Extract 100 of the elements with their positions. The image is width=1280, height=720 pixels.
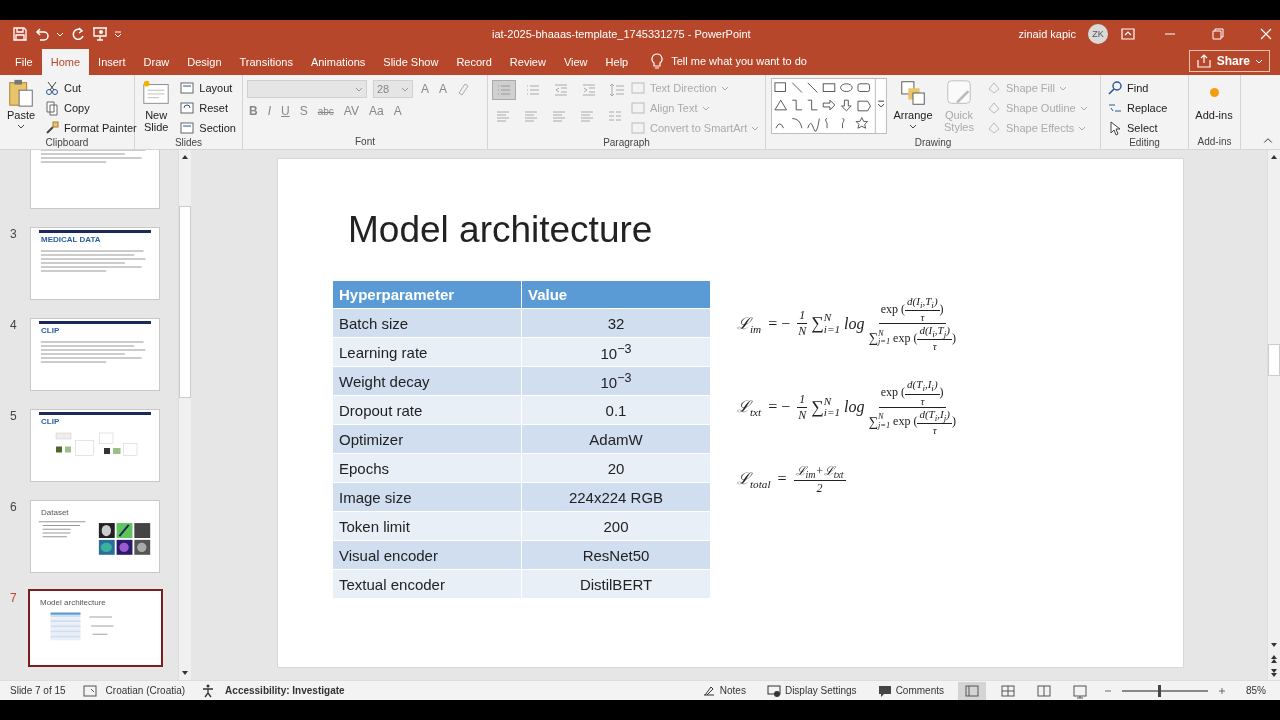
- slide-number: 5: [9, 409, 18, 423]
- clipboard-icon: [6, 78, 36, 108]
- slide-number: 4: [9, 318, 18, 332]
- reset-button[interactable]: Reset: [177, 98, 238, 117]
- section-icon: [179, 119, 196, 136]
- font-format-button[interactable]: U: [279, 104, 292, 118]
- ribbon-tab[interactable]: Slide Show: [374, 49, 448, 75]
- shapes-gallery[interactable]: [770, 78, 888, 134]
- table-cell: 10$^{−3}$: [522, 337, 711, 366]
- ribbon-tab[interactable]: File: [6, 49, 42, 75]
- slide-thumbnail[interactable]: Dataset: [30, 500, 160, 573]
- table-cell: DistilBERT: [522, 569, 711, 598]
- ribbon-tab[interactable]: Design: [178, 49, 231, 75]
- display-settings-button[interactable]: Display Settings: [759, 682, 863, 699]
- scroll-thumb[interactable]: [1268, 344, 1280, 376]
- accessibility-status[interactable]: Accessibility: Investigate: [225, 685, 345, 696]
- slide-number: 7: [9, 591, 18, 605]
- find-button[interactable]: Find: [1105, 78, 1170, 97]
- slide-thumbnail[interactable]: MEDICAL DATA: [30, 227, 160, 300]
- table-cell: ResNet50: [522, 540, 711, 569]
- font-format-button[interactable]: abc: [315, 105, 336, 117]
- spelling-icon[interactable]: [81, 682, 98, 699]
- group-label: Clipboard: [44, 137, 90, 149]
- frame-icon: [630, 79, 646, 96]
- replace-button[interactable]: Replace: [1105, 98, 1170, 117]
- normal-view-icon[interactable]: [958, 681, 986, 700]
- ribbon-tab[interactable]: Review: [500, 49, 555, 75]
- copy-button[interactable]: Copy: [42, 98, 139, 117]
- font-format-button[interactable]: AV: [341, 104, 361, 118]
- table-header: Hyperparameter: [333, 281, 522, 308]
- font-format-button[interactable]: S: [297, 104, 310, 118]
- share-icon: [1195, 53, 1212, 69]
- font-name-field[interactable]: [247, 80, 367, 98]
- slide-thumbnail[interactable]: CLIP: [30, 318, 160, 391]
- format-painter-button[interactable]: Format Painter: [42, 118, 139, 137]
- slide-thumbnail[interactable]: CLIP: [30, 409, 160, 482]
- notes-button[interactable]: Notes: [694, 682, 752, 699]
- increase-font-size-button[interactable]: A: [419, 82, 431, 96]
- table-cell: 32: [522, 308, 711, 337]
- ribbon-tab[interactable]: Draw: [134, 49, 179, 75]
- tell-me-field[interactable]: Tell me what you want to do: [669, 54, 874, 68]
- group-label: Slides: [173, 137, 204, 149]
- lightbulb-icon: [649, 53, 666, 69]
- paste-button[interactable]: Paste: [4, 78, 38, 130]
- table-cell: Epochs: [333, 453, 522, 482]
- scroll-thumb[interactable]: [179, 206, 191, 398]
- comments-button[interactable]: Comments: [870, 682, 950, 699]
- user-avatar[interactable]: ZK: [1088, 23, 1108, 44]
- table-cell: Weight decay: [333, 366, 522, 395]
- slide-scrollbar[interactable]: [1267, 150, 1280, 680]
- dot-icon: [1209, 88, 1219, 97]
- reset-icon: [179, 99, 196, 116]
- font-format-button[interactable]: I: [265, 104, 273, 118]
- ribbon-display-icon[interactable]: [1120, 25, 1136, 42]
- font-size-field[interactable]: 28: [373, 80, 413, 98]
- restore-icon[interactable]: [1210, 25, 1226, 42]
- language-status[interactable]: Croatian (Croatia): [105, 685, 186, 696]
- share-button[interactable]: Share: [1188, 50, 1270, 72]
- slide-title: Model architecture: [348, 209, 654, 251]
- table-cell: Dropout rate: [333, 395, 522, 424]
- decrease-font-size-button[interactable]: A: [437, 82, 450, 96]
- slide-thumbnail[interactable]: [30, 150, 160, 209]
- section-button[interactable]: Section: [177, 118, 238, 137]
- ribbon-tab[interactable]: Insert: [89, 49, 135, 75]
- group-label: Add-ins: [1196, 136, 1233, 149]
- present-icon[interactable]: [92, 25, 108, 42]
- select-button[interactable]: Select: [1105, 118, 1170, 137]
- caret-icon: [909, 122, 917, 130]
- thumbnail-title: Model architecture: [39, 597, 107, 609]
- layout-button[interactable]: Layout: [177, 78, 238, 97]
- group-label: Paragraph: [602, 137, 651, 149]
- redo-icon[interactable]: [70, 25, 86, 42]
- copy-icon: [44, 99, 60, 116]
- slide-counter[interactable]: Slide 7 of 15: [10, 685, 66, 696]
- customize-caret-icon[interactable]: [114, 29, 122, 38]
- font-format-button[interactable]: B: [247, 104, 260, 118]
- ribbon-tab[interactable]: View: [554, 49, 597, 75]
- group-label: Editing: [1128, 137, 1161, 149]
- thumbnail-title: CLIP: [40, 416, 61, 428]
- cut-button[interactable]: Cut: [42, 78, 139, 97]
- ribbon-tab[interactable]: Transitions: [230, 49, 302, 75]
- table-cell: 224x224 RGB: [522, 482, 711, 511]
- font-format-button[interactable]: Aa: [366, 104, 386, 118]
- zoom-level[interactable]: 85%: [1246, 685, 1266, 696]
- save-icon[interactable]: [12, 25, 28, 42]
- search-icon: [1107, 79, 1123, 96]
- user-name: zinaid kapic: [1018, 27, 1076, 40]
- table-cell: 200: [522, 511, 711, 540]
- add-ins-button[interactable]: Add-ins: [1193, 78, 1235, 121]
- ribbon-tab[interactable]: Animations: [301, 49, 375, 75]
- thumbnail-scrollbar[interactable]: [178, 150, 191, 680]
- font-format-button[interactable]: A: [391, 104, 404, 118]
- ribbon-tab[interactable]: Record: [447, 49, 501, 75]
- caret-icon: [401, 85, 409, 93]
- ribbon-tab[interactable]: Help: [596, 49, 638, 75]
- arrange-button[interactable]: Arrange: [892, 78, 934, 130]
- slide-thumbnail[interactable]: Model architecture: [28, 589, 163, 667]
- new-slide-button[interactable]: New Slide: [139, 78, 174, 133]
- undo-icon[interactable]: [34, 25, 50, 42]
- ribbon-tab[interactable]: Home: [41, 49, 90, 75]
